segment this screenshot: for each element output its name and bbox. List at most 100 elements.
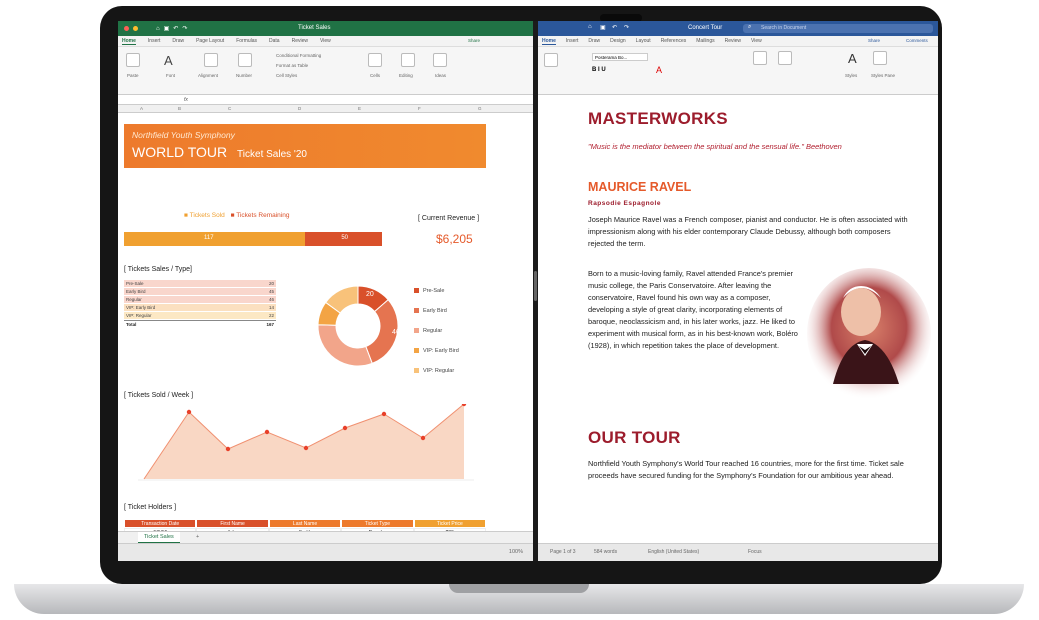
save-icon[interactable]: ▣ <box>600 24 606 31</box>
undo-icon[interactable]: ↶ <box>173 25 178 32</box>
word-statusbar: Page 1 of 3 584 words English (United St… <box>538 543 938 561</box>
table-row: Regular 46 <box>124 296 276 304</box>
alignment-icon[interactable] <box>204 53 218 67</box>
excel-tab-formulas[interactable]: Formulas <box>236 38 257 44</box>
excel-tab-view[interactable]: View <box>320 38 331 44</box>
numbering-icon[interactable] <box>778 51 792 65</box>
legend-swatch <box>414 368 419 374</box>
comments-button[interactable]: Comments <box>906 38 928 43</box>
ravel-portrait <box>807 268 931 400</box>
tickets-sold-fill: 117 <box>124 232 305 246</box>
legend-swatch <box>414 328 419 334</box>
table-row: VIP: Early Bird 14 <box>124 304 276 312</box>
excel-tab-draw[interactable]: Draw <box>172 38 184 44</box>
holders-col-header: Ticket Price <box>413 519 487 528</box>
banner-title-text: WORLD TOUR <box>132 144 228 160</box>
close-icon[interactable] <box>124 26 129 31</box>
number-icon[interactable] <box>238 53 252 67</box>
excel-tab-page-layout[interactable]: Page Layout <box>196 38 224 44</box>
ideas-icon[interactable] <box>433 53 447 67</box>
undo-icon[interactable]: ↶ <box>612 24 617 31</box>
word-tab-view[interactable]: View <box>751 38 762 44</box>
redo-icon[interactable]: ↷ <box>182 25 187 32</box>
table-row: Pre-Sale 20 <box>124 280 276 288</box>
search-input[interactable]: Search in Document <box>743 24 933 33</box>
paste-icon[interactable] <box>126 53 140 67</box>
excel-window: ⌂ ▣ ↶ ↷ Ticket Sales Home Insert Draw Page … <box>118 21 533 561</box>
share-button[interactable]: Share <box>868 38 880 43</box>
legend-label: Regular <box>423 328 443 334</box>
styles-button[interactable]: Styles <box>845 73 857 78</box>
styles-icon[interactable]: A <box>848 51 857 66</box>
type-donut-chart: 2046 <box>317 285 400 367</box>
tour-heading: OUR TOUR <box>588 428 681 447</box>
formula-bar[interactable]: fx <box>118 95 533 105</box>
legend-swatch <box>414 308 419 314</box>
banner-title: WORLD TOUR Ticket Sales '20 <box>132 144 307 160</box>
cell-styles-button[interactable]: Cell Styles <box>276 73 297 78</box>
font-color-icon[interactable]: A <box>656 65 662 75</box>
tour-paragraph: Northfield Youth Symphony's World Tour r… <box>588 459 904 480</box>
type-value: 46 <box>268 297 274 302</box>
worksheet[interactable]: Northfield Youth Symphony WORLD TOUR Tic… <box>118 114 533 546</box>
paste-icon[interactable] <box>544 53 558 67</box>
styles-pane-button[interactable]: Styles Pane <box>871 73 895 78</box>
bullets-icon[interactable] <box>753 51 767 65</box>
word-count[interactable]: 584 words <box>594 549 617 555</box>
week-point <box>342 425 348 431</box>
styles-pane-icon[interactable] <box>873 51 887 65</box>
focus-button[interactable]: Focus <box>748 549 762 555</box>
word-tab-design[interactable]: Design <box>610 38 626 44</box>
word-tab-mailings[interactable]: Mailings <box>696 38 714 44</box>
add-sheet-button[interactable]: + <box>196 534 199 540</box>
search-icon[interactable]: ⌕ <box>748 24 751 31</box>
excel-tab-home[interactable]: Home <box>122 38 136 45</box>
excel-ribbon: Paste A Font Alignment Number Conditiona… <box>118 38 533 95</box>
save-icon[interactable]: ▣ <box>164 25 170 32</box>
editing-icon[interactable] <box>401 53 415 67</box>
font-group[interactable]: Font <box>166 73 175 78</box>
alignment-group[interactable]: Alignment <box>198 73 218 78</box>
excel-tab-insert[interactable]: Insert <box>148 38 161 44</box>
conditional-formatting-button[interactable]: Conditional Formatting <box>276 53 321 58</box>
word-ribbon: Posterama Bo... B I U A A Styles Styles … <box>538 38 938 95</box>
legend-label: Early Bird <box>423 308 447 314</box>
share-button[interactable]: Share <box>468 38 480 43</box>
font-name-select[interactable]: Posterama Bo... <box>592 53 648 61</box>
home-icon[interactable]: ⌂ <box>156 26 160 32</box>
number-group[interactable]: Number <box>236 73 252 78</box>
donut-legend-item: VIP: Regular <box>414 368 454 374</box>
sheet-tab-ticket-sales[interactable]: Ticket Sales <box>138 532 180 543</box>
cells-group[interactable]: Cells <box>370 73 380 78</box>
bold-icon[interactable]: B I U <box>592 67 606 73</box>
editing-group[interactable]: Editing <box>399 73 413 78</box>
home-icon[interactable]: ⌂ <box>588 24 592 30</box>
zoom-level[interactable]: 100% <box>509 549 523 555</box>
minimize-icon[interactable] <box>133 26 138 31</box>
font-icon[interactable]: A <box>164 53 178 68</box>
week-point <box>264 429 270 435</box>
word-tab-review[interactable]: Review <box>725 38 741 44</box>
week-point <box>225 446 231 452</box>
word-tab-references[interactable]: References <box>661 38 687 44</box>
excel-tab-data[interactable]: Data <box>269 38 280 44</box>
word-tab-draw[interactable]: Draw <box>588 38 600 44</box>
page-count[interactable]: Page 1 of 3 <box>550 549 576 555</box>
ideas-button[interactable]: Ideas <box>435 73 446 78</box>
cells-icon[interactable] <box>368 53 382 67</box>
type-total-name: Total <box>126 322 137 327</box>
legend-swatch <box>414 288 419 294</box>
redo-icon[interactable]: ↷ <box>624 24 629 31</box>
split-view-grip[interactable] <box>534 271 537 301</box>
word-tab-layout[interactable]: Layout <box>636 38 651 44</box>
paste-button[interactable]: Paste <box>127 73 139 78</box>
banner-subtitle: Ticket Sales '20 <box>237 149 307 160</box>
word-tab-home[interactable]: Home <box>542 38 556 45</box>
word-tab-insert[interactable]: Insert <box>566 38 579 44</box>
language[interactable]: English (United States) <box>648 549 699 555</box>
format-as-table-button[interactable]: Format as Table <box>276 63 308 68</box>
donut-label: 20 <box>366 291 374 298</box>
excel-tab-review[interactable]: Review <box>292 38 308 44</box>
word-document[interactable]: MASTERWORKS "Music is the mediator betwe… <box>538 96 938 543</box>
word-window-title: Concert Tour <box>688 25 723 31</box>
